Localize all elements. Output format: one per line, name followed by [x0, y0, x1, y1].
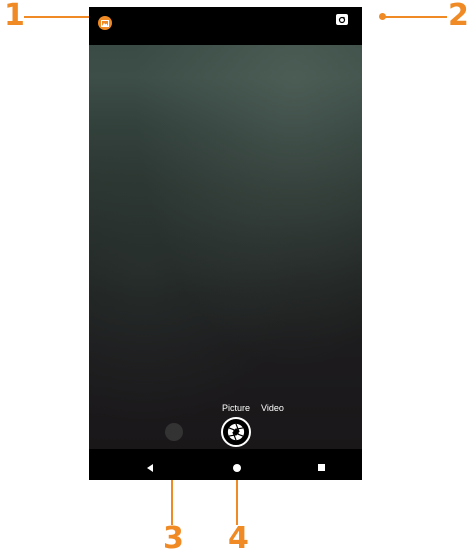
back-icon[interactable] — [147, 464, 153, 472]
callout-number-1: 1 — [4, 0, 25, 33]
mode-video-label[interactable]: Video — [261, 403, 284, 414]
gallery-icon[interactable] — [98, 16, 112, 30]
camera-top-bar — [89, 7, 362, 45]
callout-number-2: 2 — [448, 0, 469, 33]
camera-viewfinder[interactable] — [89, 45, 362, 449]
mode-picture-label[interactable]: Picture — [222, 403, 250, 414]
recents-icon[interactable] — [318, 464, 325, 471]
last-photo-thumbnail[interactable] — [165, 423, 183, 441]
home-icon[interactable] — [233, 464, 241, 472]
callout-line-1 — [24, 16, 94, 18]
shutter-button[interactable] — [221, 417, 251, 447]
callout-dot-2 — [379, 13, 386, 20]
callout-number-3: 3 — [163, 521, 184, 556]
shutter-aperture-icon — [227, 423, 245, 441]
camera-screen: Picture Video — [89, 7, 362, 480]
switch-camera-icon[interactable] — [336, 14, 348, 25]
callout-number-4: 4 — [228, 521, 249, 556]
callout-line-2 — [381, 16, 447, 18]
